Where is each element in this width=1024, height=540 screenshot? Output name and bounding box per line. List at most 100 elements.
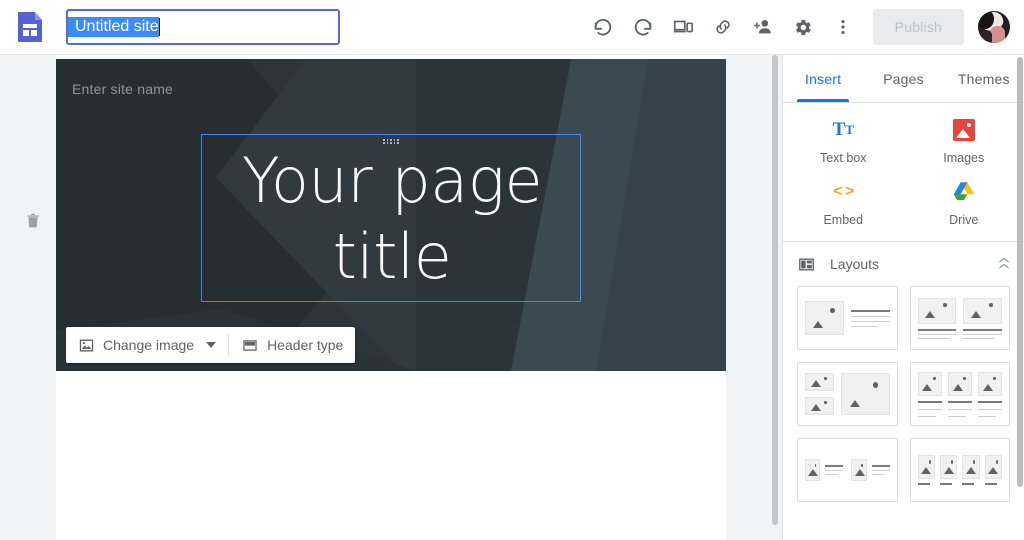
text-box-icon: TT xyxy=(832,119,854,140)
layout-image-placeholder xyxy=(917,297,957,324)
header-type-button[interactable]: Header type xyxy=(229,327,355,363)
insert-images[interactable]: Images xyxy=(904,117,1024,165)
layout-image-placeholder xyxy=(977,371,1003,396)
insert-text-box[interactable]: TT Text box xyxy=(783,117,904,165)
tab-pages[interactable]: Pages xyxy=(863,55,943,102)
layout-option-three-images-with-text[interactable] xyxy=(909,362,1010,426)
layout-image-placeholder xyxy=(805,459,821,481)
more-options-button[interactable] xyxy=(823,7,863,47)
tab-themes[interactable]: Themes xyxy=(944,55,1024,102)
page-title-textbox[interactable]: Your page title xyxy=(201,134,581,302)
layout-image-placeholder xyxy=(805,373,834,391)
header-banner[interactable]: Enter site name Your page title Change i… xyxy=(56,59,726,371)
layout-option-two-small-images-one-large[interactable] xyxy=(797,362,898,426)
redo-icon xyxy=(634,19,651,36)
insert-images-label: Images xyxy=(943,151,985,165)
layout-image-placeholder xyxy=(947,371,972,396)
layout-text-lines xyxy=(917,483,935,485)
images-icon xyxy=(952,119,975,141)
settings-button[interactable] xyxy=(783,7,823,47)
text-cursor xyxy=(158,18,160,36)
preview-device-icon xyxy=(673,20,693,33)
google-sites-logo-icon[interactable] xyxy=(18,12,44,42)
page-canvas: Enter site name Your page title Change i… xyxy=(56,55,726,540)
layout-options-grid xyxy=(783,286,1024,502)
layout-option-two-image-text-pairs[interactable] xyxy=(797,438,898,502)
layout-text-lines xyxy=(917,328,957,339)
undo-icon xyxy=(594,19,611,36)
gear-icon xyxy=(796,19,811,35)
layouts-section-header[interactable]: Layouts xyxy=(783,242,1024,286)
change-image-label: Change image xyxy=(103,337,195,353)
layout-image-placeholder xyxy=(840,373,890,415)
layout-text-lines xyxy=(977,400,1003,417)
page-title-text[interactable]: Your page title xyxy=(202,135,582,303)
layout-image-placeholder xyxy=(984,455,1002,479)
google-sites-editor: Untitled site Publish Enter site name Yo… xyxy=(0,0,1024,540)
panel-tabs: Insert Pages Themes xyxy=(783,55,1024,103)
layout-image-placeholder xyxy=(917,371,942,396)
layout-image-placeholder xyxy=(805,397,834,415)
insert-drive-label: Drive xyxy=(949,213,979,227)
undo-button[interactable] xyxy=(583,7,623,47)
layout-image-placeholder xyxy=(851,459,867,481)
banner-toolbar: Change image Header type xyxy=(66,327,356,363)
publish-button[interactable]: Publish xyxy=(872,9,964,45)
tab-insert[interactable]: Insert xyxy=(783,55,863,102)
site-title-value: Untitled site xyxy=(68,17,159,37)
change-image-button[interactable]: Change image xyxy=(66,327,228,363)
layout-text-lines xyxy=(871,465,890,475)
more-vertical-icon xyxy=(841,20,845,34)
insert-embed[interactable]: < > Embed xyxy=(783,179,904,227)
layout-text-lines xyxy=(963,328,1002,339)
layout-option-four-images-row[interactable] xyxy=(909,438,1010,502)
drive-icon-wrap xyxy=(951,179,977,205)
drive-icon xyxy=(953,182,974,201)
layout-text-lines xyxy=(850,309,890,327)
site-name-placeholder[interactable]: Enter site name xyxy=(72,81,173,97)
embed-icon: < > xyxy=(833,183,854,200)
layout-image-placeholder xyxy=(962,455,980,479)
insert-drive[interactable]: Drive xyxy=(904,179,1024,227)
insert-text-box-label: Text box xyxy=(819,151,867,165)
panel-scroll-track xyxy=(1016,55,1024,540)
layout-text-lines xyxy=(984,483,1002,485)
layout-text-lines xyxy=(962,483,979,485)
person-add-icon xyxy=(753,20,771,34)
layout-text-lines xyxy=(825,465,844,475)
link-icon xyxy=(716,20,730,34)
insert-embed-label: Embed xyxy=(823,213,864,227)
delete-section-button[interactable] xyxy=(24,211,42,231)
layout-text-lines xyxy=(947,400,972,417)
layouts-icon xyxy=(799,258,814,270)
layout-option-image-left-text-right[interactable] xyxy=(797,286,898,350)
layout-option-two-images-with-text[interactable] xyxy=(909,286,1010,350)
layout-image-placeholder xyxy=(805,300,844,336)
panel-scrollbar[interactable] xyxy=(1017,57,1023,487)
add-editors-button[interactable] xyxy=(743,7,783,47)
trash-icon xyxy=(27,213,39,228)
layout-text-lines xyxy=(939,483,957,485)
images-icon-wrap xyxy=(951,117,977,143)
toolbar-actions: Publish xyxy=(583,7,1024,47)
layout-image-placeholder xyxy=(917,455,935,479)
layout-image-placeholder xyxy=(963,297,1002,324)
canvas-scrollbar[interactable] xyxy=(772,55,778,525)
copy-link-button[interactable] xyxy=(703,7,743,47)
layout-text-lines xyxy=(917,400,942,417)
top-toolbar: Untitled site Publish xyxy=(0,0,1024,55)
preview-button[interactable] xyxy=(663,7,703,47)
editor-body: Enter site name Your page title Change i… xyxy=(0,55,1024,540)
insert-items-grid: TT Text box Images < > Embed Drive xyxy=(783,103,1024,237)
header-type-label: Header type xyxy=(267,337,344,353)
left-gutter xyxy=(0,55,56,540)
layouts-title: Layouts xyxy=(830,256,880,272)
account-avatar[interactable] xyxy=(978,11,1010,43)
site-title-input[interactable]: Untitled site xyxy=(66,9,340,45)
insert-panel: Insert Pages Themes TT Text box Images <… xyxy=(782,55,1024,540)
redo-button[interactable] xyxy=(623,7,663,47)
header-type-icon xyxy=(243,339,257,351)
chevron-up-icon[interactable] xyxy=(998,257,1010,272)
image-icon xyxy=(79,339,94,351)
chevron-down-icon xyxy=(206,342,217,348)
